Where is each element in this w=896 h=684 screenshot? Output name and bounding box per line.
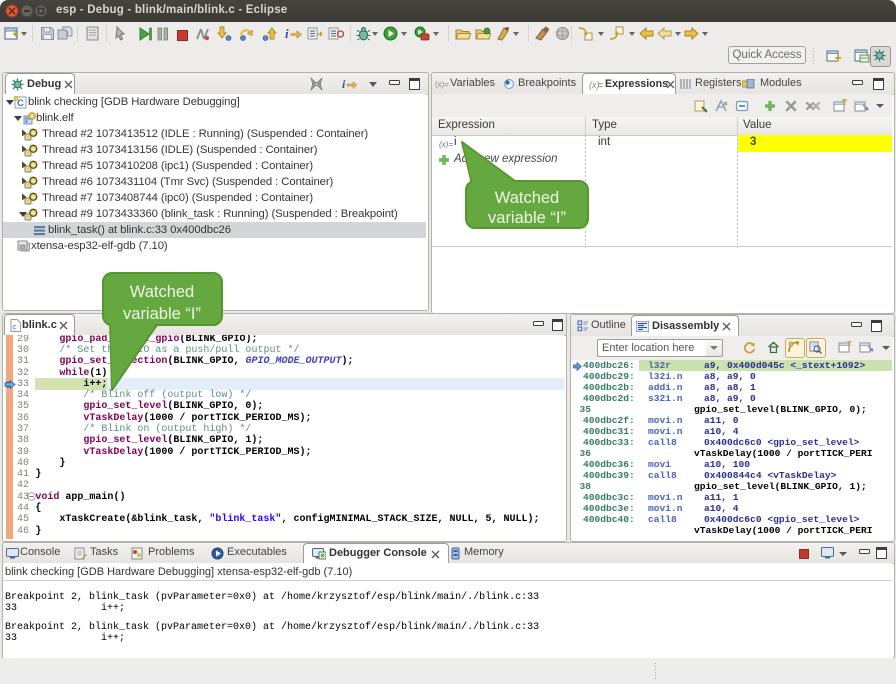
svg-text:=: = <box>598 80 603 90</box>
svg-text:i: i <box>285 26 289 41</box>
svg-text:(x)=: (x)= <box>435 80 449 89</box>
svg-text:c: c <box>13 323 17 332</box>
svg-text:(x)=: (x)= <box>439 140 453 149</box>
svg-text:i: i <box>342 77 346 91</box>
